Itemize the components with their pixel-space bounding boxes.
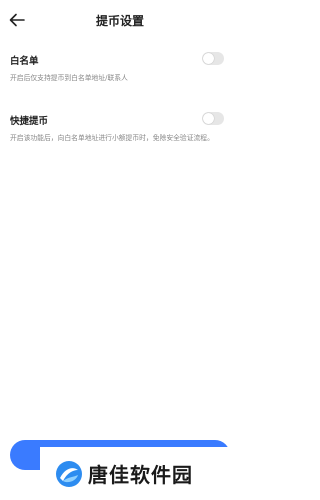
- watermark-text: 唐佳软件园: [88, 463, 193, 487]
- quick-withdraw-description: 开启该功能后，向白名单地址进行小额提币时，免除安全验证流程。: [10, 134, 214, 142]
- whitelist-setting: 白名单 开启后仅支持提币到白名单地址/联系人: [10, 52, 230, 84]
- watermark-logo-icon: [56, 460, 82, 487]
- quick-withdraw-label: 快捷提币: [10, 116, 49, 127]
- whitelist-toggle[interactable]: [202, 52, 224, 65]
- whitelist-label: 白名单: [10, 56, 39, 67]
- quick-withdraw-toggle[interactable]: [202, 112, 224, 125]
- page-title: 提币设置: [95, 14, 144, 28]
- header-bar: 提币设置: [0, 0, 240, 40]
- watermark-overlay: 唐佳软件园: [40, 447, 240, 500]
- toggle-knob: [203, 53, 214, 64]
- toggle-knob: [203, 113, 214, 124]
- quick-withdraw-setting: 快捷提币 开启该功能后，向白名单地址进行小额提币时，免除安全验证流程。: [10, 112, 230, 144]
- whitelist-description: 开启后仅支持提币到白名单地址/联系人: [10, 74, 128, 82]
